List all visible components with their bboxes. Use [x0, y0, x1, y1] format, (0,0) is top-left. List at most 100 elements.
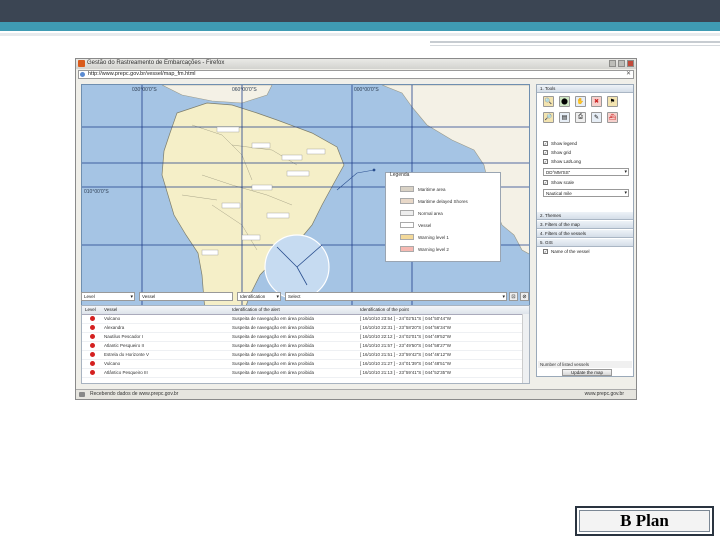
checkbox-icon[interactable]: ✓ — [543, 141, 548, 146]
vessel-list-header[interactable]: ✓ Name of the vessel — [543, 249, 590, 254]
green-icon[interactable]: ⬤ — [559, 96, 570, 107]
vessel-red-icon[interactable]: ⛴ — [607, 112, 618, 123]
slide-top-bar — [0, 0, 720, 22]
slide-divider-short — [430, 41, 720, 43]
slide-divider-short-2 — [430, 45, 720, 46]
table-row[interactable]: Vulcano Suspeita de navegação em área pr… — [82, 360, 529, 369]
checkbox-icon[interactable]: ✓ — [543, 180, 548, 185]
b-plan-label[interactable]: B Plan — [577, 508, 712, 534]
legend-swatch — [400, 246, 414, 252]
layers-icon[interactable]: ▤ — [559, 112, 570, 123]
slide-accent-bar — [0, 22, 720, 31]
slide-divider — [0, 33, 720, 36]
section-map-filters-header[interactable]: 3. Filters of the map — [537, 221, 633, 229]
select-filter[interactable]: Select — [285, 292, 507, 301]
tag-icon[interactable]: ⚑ — [607, 96, 618, 107]
status-text: Recebendo dados de www.prepc.gov.br — [90, 391, 179, 397]
site-icon — [80, 72, 85, 77]
alert-icon — [90, 343, 95, 348]
alert-icon — [90, 352, 95, 357]
grid-label: 060°00'0"S — [232, 87, 257, 93]
legend-item: Maritime delayed Shores — [400, 197, 468, 205]
legend-swatch — [400, 234, 414, 240]
scale-format-select[interactable]: Nautical mile — [543, 189, 629, 197]
close-icon[interactable]: ✕ — [626, 71, 631, 78]
section-tools-header[interactable]: 1. Tools — [537, 85, 633, 93]
close-button[interactable] — [627, 60, 634, 67]
filter-clear-button[interactable]: ⊘ — [520, 292, 529, 301]
section-gis-header[interactable]: 5. GIS — [537, 239, 633, 247]
legend-swatch — [400, 198, 414, 204]
tool-grid: 🔍 ⬤ ✋ ✖ ⚑ 🔎 ▤ ⎙ ✎ ⛴ — [543, 96, 623, 124]
legend-item: Maritime area — [400, 185, 446, 193]
print-icon[interactable]: ⎙ — [575, 112, 586, 123]
column-header[interactable]: Level — [85, 307, 96, 312]
table-row[interactable]: Estrela do Horizonte V Suspeita de naveg… — [82, 351, 529, 360]
legend-item: Warning level 1 — [400, 233, 449, 241]
identification-filter-select[interactable]: Identification — [237, 292, 281, 301]
grid-label: 030°00'0"S — [132, 87, 157, 93]
vessel-count-label: Number of listed vessels — [538, 361, 632, 368]
measure-icon[interactable]: ✎ — [591, 112, 602, 123]
section-vessel-filters-header[interactable]: 4. Filters of the vessels — [537, 230, 633, 238]
alert-icon — [90, 325, 95, 330]
legend-swatch — [400, 210, 414, 216]
vessel-filter-input[interactable]: Vessel — [139, 292, 233, 301]
grid-label: 000°00'0"S — [354, 87, 379, 93]
legend-title: Legenda — [390, 172, 410, 178]
legend-swatch — [400, 186, 414, 192]
vessel-list[interactable] — [538, 257, 632, 361]
show-latlong-checkbox[interactable]: ✓ Show Lat/Long — [543, 159, 581, 164]
minimize-button[interactable] — [609, 60, 616, 67]
legend-item: Warning level 2 — [400, 245, 449, 253]
grid-label: 010°00'0"S — [84, 189, 109, 195]
table-scrollbar[interactable] — [522, 314, 529, 383]
checkbox-icon[interactable]: ✓ — [543, 150, 548, 155]
table-row[interactable]: Nautilus Pescador I Suspeita de navegaçã… — [82, 333, 529, 342]
update-map-button[interactable]: Update the map — [562, 369, 612, 376]
window-title-bar: Gestão do Rastreamento de Embarcações - … — [76, 59, 636, 69]
table-header: Level Vessel Identification of the alert… — [82, 306, 529, 315]
alert-icon — [90, 334, 95, 339]
column-header[interactable]: Identification of the point — [360, 307, 409, 312]
latlong-format-select[interactable]: DD°MM'SS" — [543, 168, 629, 176]
alert-icon — [90, 361, 95, 366]
b-plan-button[interactable]: B Plan — [575, 506, 714, 536]
legend-item: Normal area — [400, 209, 443, 217]
maximize-button[interactable] — [618, 60, 625, 67]
alerts-table: Level Vessel Identification of the alert… — [81, 305, 530, 384]
level-filter-select[interactable]: Level — [81, 292, 135, 301]
zoom-out-icon[interactable]: 🔎 — [543, 112, 554, 123]
table-row[interactable]: Vulcano Suspeita de navegação em área pr… — [82, 315, 529, 324]
table-row[interactable]: Atlântico Pesqueiro III Suspeita de nave… — [82, 369, 529, 378]
checkbox-icon[interactable]: ✓ — [543, 249, 548, 254]
filter-apply-button[interactable]: ⊡ — [509, 292, 518, 301]
status-domain: www.prepc.gov.br — [584, 391, 624, 397]
show-legend-checkbox[interactable]: ✓ Show legend — [543, 141, 577, 146]
show-grid-checkbox[interactable]: ✓ Show grid — [543, 150, 571, 155]
legend-item: Vessel — [400, 221, 431, 229]
alert-icon — [90, 370, 95, 375]
address-bar[interactable]: http://www.prepc.gov.br/vessel/map_fm.ht… — [78, 70, 634, 79]
address-url[interactable]: http://www.prepc.gov.br/vessel/map_fm.ht… — [88, 71, 196, 78]
firefox-icon — [78, 60, 85, 67]
column-header[interactable]: Vessel — [104, 307, 117, 312]
status-icon — [79, 392, 85, 397]
show-scale-checkbox[interactable]: ✓ Show scale — [543, 180, 574, 185]
alert-icon[interactable]: ✖ — [591, 96, 602, 107]
browser-window: Gestão do Rastreamento de Embarcações - … — [75, 58, 637, 400]
map-legend: Legenda Maritime area Maritime delayed S… — [385, 172, 501, 262]
legend-swatch — [400, 222, 414, 228]
window-title: Gestão do Rastreamento de Embarcações - … — [87, 60, 225, 66]
column-header[interactable]: Identification of the alert — [232, 307, 280, 312]
tools-panel: 1. Tools 🔍 ⬤ ✋ ✖ ⚑ 🔎 ▤ ⎙ ✎ ⛴ ✓ Show legen… — [536, 84, 634, 377]
pan-icon[interactable]: ✋ — [575, 96, 586, 107]
status-bar: Recebendo dados de www.prepc.gov.br www.… — [76, 389, 636, 399]
checkbox-icon[interactable]: ✓ — [543, 159, 548, 164]
table-row[interactable]: Atlantic Pesqueiro II Suspeita de navega… — [82, 342, 529, 351]
filter-bar: Level Vessel Identification Select ⊡ ⊘ — [81, 292, 530, 302]
zoom-in-icon[interactable]: 🔍 — [543, 96, 554, 107]
section-themes-header[interactable]: 2. Themes — [537, 212, 633, 220]
alert-icon — [90, 316, 95, 321]
table-row[interactable]: Alexandra Suspeita de navegação em área … — [82, 324, 529, 333]
